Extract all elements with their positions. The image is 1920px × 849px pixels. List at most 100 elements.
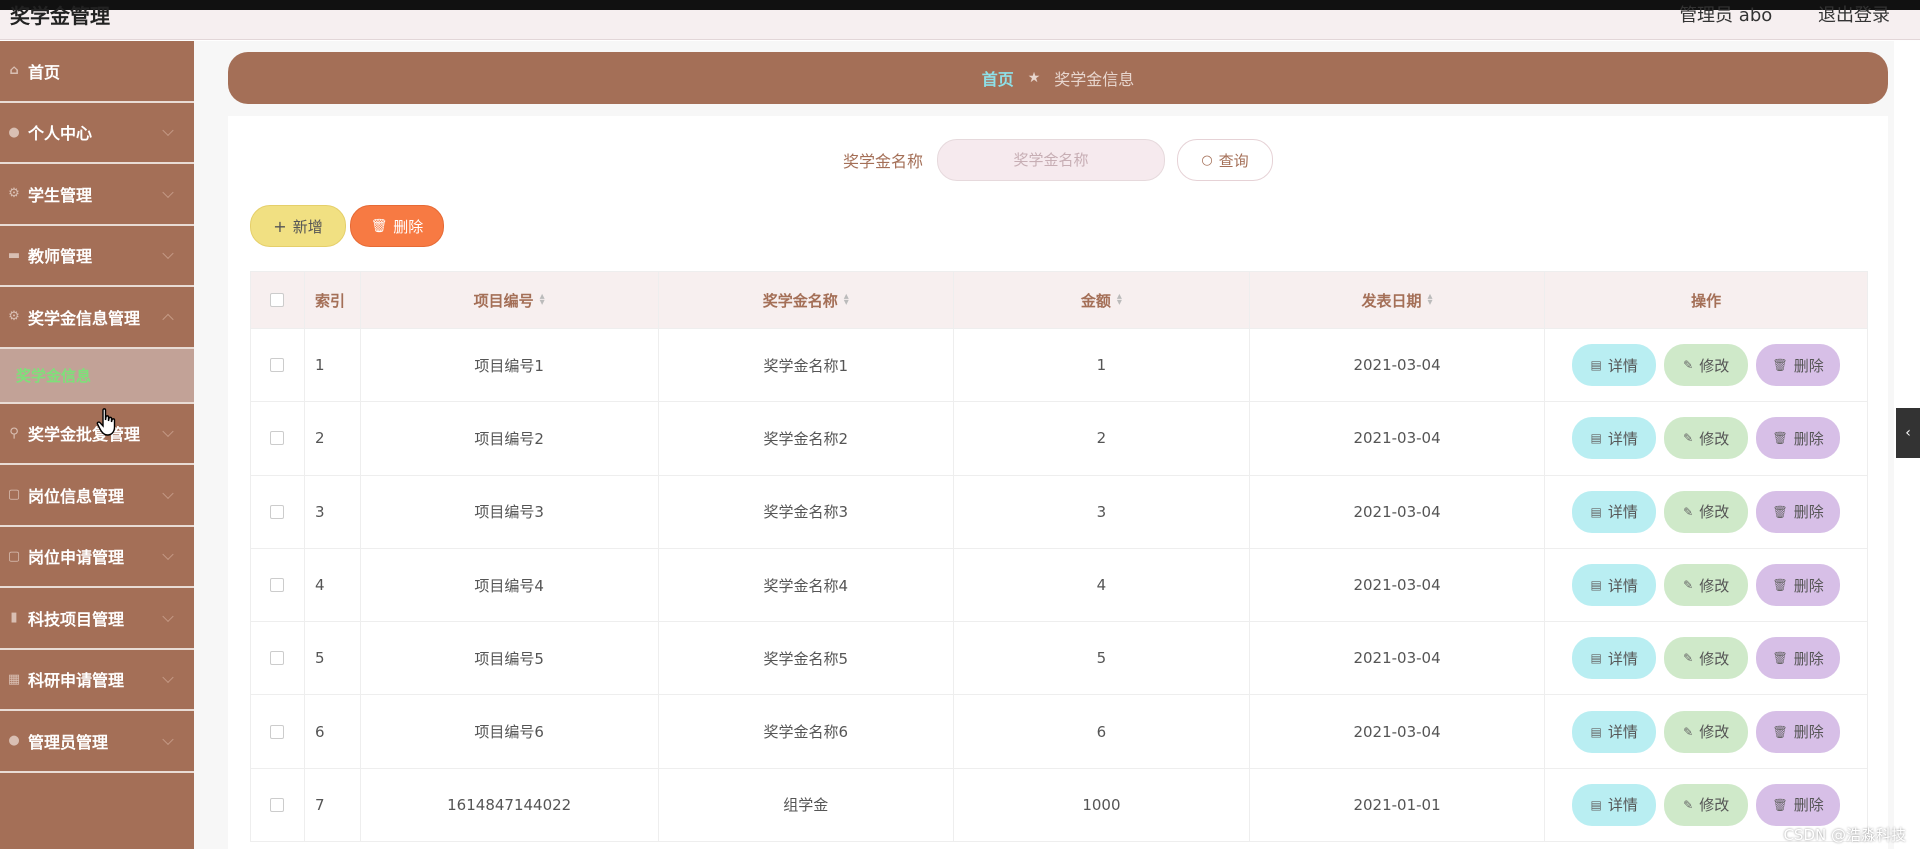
- sidebar-item-post-application[interactable]: ▢ 岗位申请管理: [0, 527, 194, 588]
- chevron-down-icon: [162, 247, 174, 260]
- select-all-checkbox[interactable]: [270, 293, 285, 307]
- delete-button-label: 删除: [1793, 576, 1824, 595]
- table-row: 4 项目编号4 奖学金名称4 4 2021-03-04 ▤ 详情 ✎ 修改 🗑 删除: [250, 548, 1868, 623]
- home-icon: ⌂: [9, 63, 19, 79]
- add-button[interactable]: + 新增: [250, 205, 346, 247]
- sidebar-item-scholarship-info[interactable]: ⚙ 奖学金信息管理: [0, 287, 194, 349]
- cell-project-number: 项目编号6: [361, 695, 659, 768]
- user-icon: ●: [8, 124, 20, 140]
- settings-icon: ⚙: [8, 309, 20, 325]
- detail-button[interactable]: ▤ 详情: [1572, 710, 1657, 753]
- chevron-down-icon: [162, 124, 174, 137]
- app-title: 奖学金管理: [10, 4, 110, 28]
- detail-button[interactable]: ▤ 详情: [1572, 490, 1657, 533]
- detail-button-label: 详情: [1607, 649, 1638, 668]
- add-button-label: 新增: [292, 217, 323, 236]
- delete-button[interactable]: 🗑 删除: [1756, 490, 1841, 533]
- edit-button[interactable]: ✎ 修改: [1664, 710, 1749, 753]
- delete-button[interactable]: 🗑 删除: [1756, 564, 1841, 607]
- header-amount[interactable]: 金额 ▴ ▾: [954, 272, 1250, 328]
- cell-amount: 6: [954, 695, 1250, 768]
- top-bar: 奖学金管理 管理员 abo 退出登录: [0, 4, 1920, 40]
- header-label: 奖学金名称: [762, 291, 838, 310]
- detail-button[interactable]: ▤ 详情: [1572, 637, 1657, 680]
- sidebar-item-students[interactable]: ⚙ 学生管理: [0, 164, 194, 226]
- user-icon: ●: [8, 733, 20, 749]
- cell-project-number: 项目编号4: [361, 548, 659, 622]
- sidebar-item-admins[interactable]: ● 管理员管理: [0, 711, 194, 773]
- search-input[interactable]: [937, 139, 1165, 181]
- edit-button[interactable]: ✎ 修改: [1664, 344, 1749, 387]
- delete-button[interactable]: 🗑 删除: [1756, 417, 1841, 460]
- sidebar-item-label: 学生管理: [28, 185, 93, 205]
- document-icon: ▤: [1590, 578, 1602, 593]
- edit-button[interactable]: ✎ 修改: [1664, 637, 1749, 680]
- cell-operations: ▤ 详情 ✎ 修改 🗑 删除: [1545, 476, 1867, 548]
- row-select-cell: [251, 329, 305, 402]
- sidebar-item-research-application[interactable]: ▦ 科研申请管理: [0, 650, 194, 711]
- header-publish-date[interactable]: 发表日期 ▴ ▾: [1250, 272, 1546, 328]
- row-checkbox[interactable]: [270, 578, 285, 593]
- row-checkbox[interactable]: [270, 797, 285, 812]
- sidebar-item-post-info[interactable]: ▢ 岗位信息管理: [0, 465, 194, 527]
- query-button[interactable]: ○ 查询: [1177, 139, 1273, 181]
- detail-button-label: 详情: [1607, 723, 1638, 742]
- edit-button-label: 修改: [1699, 503, 1730, 522]
- cell-amount: 5: [954, 622, 1250, 695]
- row-checkbox[interactable]: [270, 724, 285, 739]
- delete-button[interactable]: 🗑 删除: [1756, 344, 1841, 387]
- cell-amount: 1000: [954, 768, 1250, 842]
- cell-amount: 1: [954, 329, 1250, 402]
- detail-button-label: 详情: [1607, 796, 1638, 815]
- header-scholarship-name[interactable]: 奖学金名称 ▴ ▾: [659, 272, 955, 328]
- logout-link[interactable]: 退出登录: [1818, 5, 1890, 26]
- cell-project-number: 1614847144022: [361, 768, 659, 842]
- batch-delete-button-label: 删除: [393, 217, 424, 236]
- cell-project-number: 项目编号5: [361, 622, 659, 695]
- trash-icon: 🗑: [1772, 358, 1788, 373]
- header-index: 索引: [305, 272, 361, 328]
- edit-button-label: 修改: [1699, 796, 1730, 815]
- trash-icon: 🗑: [1772, 578, 1788, 593]
- sort-icon: ▴ ▾: [1427, 291, 1433, 308]
- detail-button[interactable]: ▤ 详情: [1572, 417, 1657, 460]
- collapse-panel-button[interactable]: ‹: [1896, 408, 1920, 458]
- sidebar-item-tech-projects[interactable]: ▮ 科技项目管理: [0, 588, 194, 650]
- cell-index: 4: [305, 548, 361, 622]
- edit-button[interactable]: ✎ 修改: [1664, 490, 1749, 533]
- detail-button[interactable]: ▤ 详情: [1572, 783, 1657, 826]
- edit-button[interactable]: ✎ 修改: [1664, 417, 1749, 460]
- chevron-left-icon: ‹: [1905, 425, 1911, 441]
- delete-button[interactable]: 🗑 删除: [1756, 637, 1841, 680]
- detail-button[interactable]: ▤ 详情: [1572, 344, 1657, 387]
- row-checkbox[interactable]: [270, 504, 285, 519]
- detail-button[interactable]: ▤ 详情: [1572, 564, 1657, 607]
- chevron-up-icon: [162, 313, 174, 325]
- sidebar-item-teachers[interactable]: ▬ 教师管理: [0, 226, 194, 287]
- breadcrumb-current: 奖学金信息: [1054, 70, 1135, 89]
- cell-index: 3: [305, 475, 361, 548]
- edit-button[interactable]: ✎ 修改: [1664, 783, 1749, 826]
- sidebar-item-home[interactable]: ⌂ 首页: [0, 41, 194, 103]
- cell-scholarship-name: 奖学金名称4: [659, 548, 955, 622]
- watermark: CSDN @浩淼科技: [1783, 826, 1906, 844]
- sidebar-subitem-scholarship-info[interactable]: 奖学金信息: [0, 348, 194, 404]
- row-checkbox[interactable]: [270, 651, 285, 666]
- header-project-number[interactable]: 项目编号 ▴ ▾: [361, 272, 659, 328]
- delete-button[interactable]: 🗑 删除: [1756, 783, 1841, 826]
- sidebar-item-label: 科技项目管理: [28, 609, 125, 629]
- data-table: 索引 项目编号 ▴ ▾ 奖学金名称 ▴ ▾ 金额 ▴ ▾ 发表日期 ▴ ▾ 操作 1 项目编号1 奖…: [250, 271, 1868, 843]
- cell-amount: 2: [954, 402, 1250, 475]
- cell-scholarship-name: 奖学金名称1: [659, 329, 955, 402]
- row-checkbox[interactable]: [270, 358, 285, 373]
- table-body: 1 项目编号1 奖学金名称1 1 2021-03-04 ▤ 详情 ✎ 修改 🗑 删除 2 项目编号2 奖学…: [250, 329, 1868, 843]
- batch-delete-button[interactable]: 🗑 删除: [350, 205, 444, 247]
- breadcrumb-home[interactable]: 首页: [982, 66, 1014, 90]
- edit-button[interactable]: ✎ 修改: [1664, 564, 1749, 607]
- delete-button[interactable]: 🗑 删除: [1756, 710, 1841, 753]
- cell-publish-date: 2021-03-04: [1250, 329, 1546, 402]
- sidebar-item-profile[interactable]: ● 个人中心: [0, 103, 194, 164]
- row-checkbox[interactable]: [270, 431, 285, 446]
- search-icon: ○: [1201, 152, 1213, 168]
- trash-icon: 🗑: [1772, 724, 1788, 739]
